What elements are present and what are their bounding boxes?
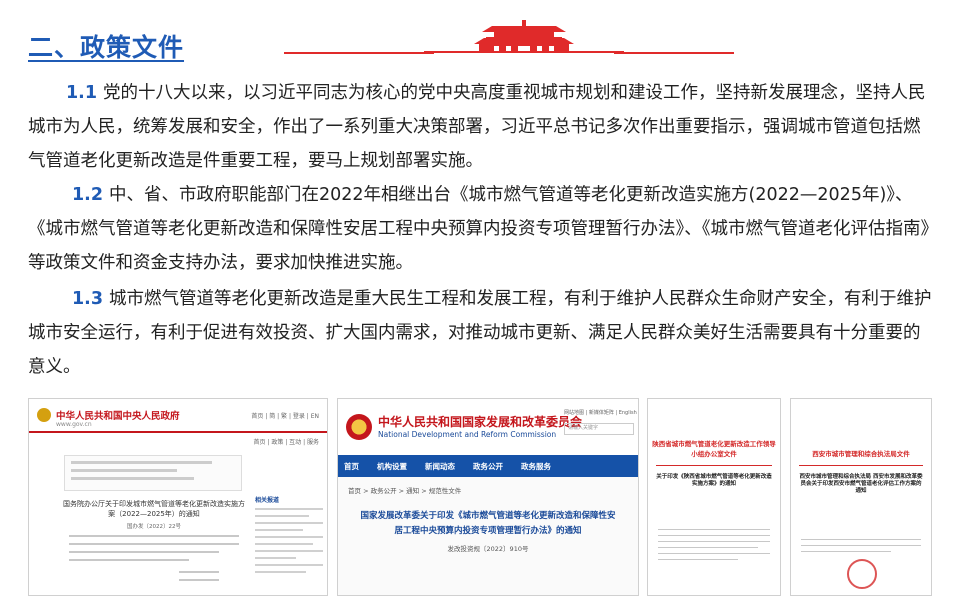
- paragraph-1-2: 1.2 中、省、市政府职能部门在2022年相继出台《城市燃气管道等老化更新改造实施…: [28, 178, 933, 280]
- text-line: [801, 545, 921, 546]
- ndrc-name-en: National Development and Reform Commissi…: [378, 429, 557, 439]
- sidebar-title: 相关报道: [255, 497, 280, 504]
- text-line: [658, 553, 770, 554]
- paragraph-text: 城市燃气管道等老化更新改造是重大民生工程和发展工程，有利于维护人民群众生命财产安…: [28, 289, 932, 377]
- text-line: [69, 535, 239, 537]
- ndrc-name-cn: 中华人民共和国国家发展和改革委员会: [378, 414, 583, 429]
- text-line: [179, 571, 219, 573]
- ndrc-doc-number: 发改投资规〔2022〕910号: [447, 545, 529, 553]
- text-line: [658, 547, 758, 548]
- national-emblem-icon: [37, 408, 51, 422]
- gov-site-url: www.gov.cn: [56, 421, 92, 428]
- ndrc-nav-item: 新闻动态: [425, 461, 455, 471]
- breadcrumb: 首页 > 政务公开 > 通知 > 规范性文件: [348, 487, 462, 495]
- tiananmen-decor-icon: [424, 20, 624, 53]
- ndrc-search-input: 请输入关键字: [564, 423, 634, 435]
- text-line: [658, 559, 738, 560]
- ndrc-nav-item: 政务服务: [521, 461, 551, 471]
- paragraph-number: 1.3: [72, 289, 104, 309]
- red-header-title: 陕西省城市燃气管道老化更新改造工作领导小组办公室文件: [652, 440, 776, 458]
- decor-line-right: [614, 52, 734, 54]
- text-line: [658, 541, 770, 542]
- national-emblem-icon: [346, 414, 372, 440]
- text-line: [658, 535, 770, 536]
- shaanxi-document-scan: 陕西省城市燃气管道老化更新改造工作领导小组办公室文件 关于印发《陕西省城市燃气管…: [647, 398, 781, 596]
- paragraph-number: 1.2: [72, 185, 104, 205]
- text-line: [69, 559, 189, 561]
- gov-doc-title: 国务院办公厅关于印发城市燃气管道等老化更新改造实施方案（2022—2025年）的…: [63, 500, 245, 518]
- gov-top-nav: 首页 | 简 | 繁 | 登录 | EN: [251, 413, 319, 420]
- text-line: [801, 539, 921, 540]
- red-header-title: 西安市城市管理和综合执法局文件: [812, 450, 910, 458]
- text-line: [658, 529, 770, 530]
- text-line: [179, 579, 219, 581]
- ndrc-top-links: 网站地图 | 新媒体矩阵 | English: [564, 410, 637, 416]
- paragraph-text: 中、省、市政府职能部门在2022年相继出台《城市燃气管道等老化更新改造实施方(2…: [28, 185, 930, 273]
- paragraph-1-3: 1.3 城市燃气管道等老化更新改造是重大民生工程和发展工程，有利于维护人民群众生命…: [28, 282, 933, 384]
- text-line: [69, 551, 219, 553]
- ndrc-nav-item: 首页: [344, 461, 359, 471]
- ndrc-nav-item: 机构设置: [377, 461, 407, 471]
- paragraph-number: 1.1: [66, 83, 98, 103]
- slide-title: 二、政策文件: [28, 33, 185, 62]
- ndrc-document-screenshot: 中华人民共和国国家发展和改革委员会 National Development a…: [337, 398, 639, 596]
- scan-doc-title: 西安市城市管理和综合执法局 西安市发展和改革委员会关于印发西安市燃气管道老化评估…: [799, 474, 923, 494]
- gov-document-screenshot: 中华人民共和国中央人民政府 www.gov.cn 首页 | 简 | 繁 | 登录…: [28, 398, 328, 596]
- gov-site-name: 中华人民共和国中央人民政府: [56, 411, 180, 422]
- paragraph-1-1: 1.1 党的十八大以来，以习近平同志为核心的党中央高度重视城市规划和建设工作，坚持…: [28, 76, 933, 178]
- gov-sidebar: 相关报道: [255, 495, 323, 578]
- scan-doc-title: 关于印发《陕西省城市燃气管道等老化更新改造实施方案》的通知: [656, 474, 772, 487]
- ndrc-doc-title: 国家发展改革委关于印发《城市燃气管道等老化更新改造和保障性安居工程中央预算内投资…: [360, 511, 616, 536]
- text-line: [69, 543, 239, 545]
- ndrc-nav-item: 政务公开: [473, 461, 503, 471]
- text-line: [801, 551, 891, 552]
- ndrc-nav-bar: 首页 机构设置 新闻动态 政务公开 政务服务: [338, 455, 638, 477]
- paragraph-text: 党的十八大以来，以习近平同志为核心的党中央高度重视城市规划和建设工作，坚持新发展…: [28, 83, 926, 171]
- official-seal-icon: [847, 559, 877, 589]
- gov-menu: 首页 | 政策 | 互动 | 服务: [253, 439, 319, 446]
- decor-line-left: [284, 52, 434, 54]
- document-meta-box: [64, 455, 242, 491]
- gov-doc-number: 国办发〔2022〕22号: [127, 524, 181, 530]
- xian-document-scan: 西安市城市管理和综合执法局文件 西安市城市管理和综合执法局 西安市发展和改革委员…: [790, 398, 932, 596]
